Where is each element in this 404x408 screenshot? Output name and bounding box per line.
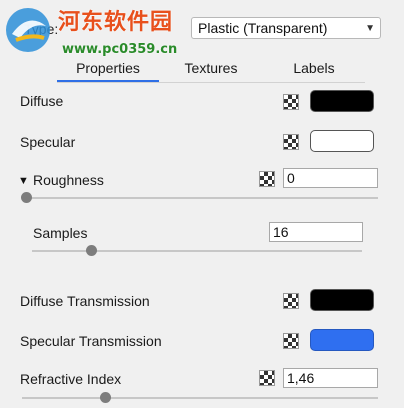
type-select[interactable]: Plastic (Transparent) ▼ [191, 17, 381, 39]
roughness-label: Roughness [33, 172, 104, 188]
diffuse-transmission-color-swatch[interactable] [310, 289, 374, 311]
refractive-index-slider-handle[interactable] [100, 392, 111, 403]
type-label: Type: [24, 21, 59, 37]
refractive-index-texture-toggle-icon[interactable] [259, 370, 275, 386]
diffuse-transmission-texture-toggle-icon[interactable] [283, 293, 299, 309]
samples-slider-handle[interactable] [86, 245, 97, 256]
specular-transmission-texture-toggle-icon[interactable] [283, 333, 299, 349]
samples-label: Samples [33, 225, 88, 241]
specular-label: Specular [20, 134, 76, 150]
diffuse-texture-toggle-icon[interactable] [283, 94, 299, 110]
diffuse-color-swatch[interactable] [310, 90, 374, 112]
specular-texture-toggle-icon[interactable] [283, 134, 299, 150]
roughness-expand-icon[interactable]: ▼ [18, 175, 29, 187]
tab-labels[interactable]: Labels [263, 58, 365, 82]
refractive-index-input[interactable]: 1,46 [283, 368, 378, 388]
chevron-down-icon: ▼ [365, 23, 375, 34]
specular-color-swatch[interactable] [310, 130, 374, 152]
type-select-value: Plastic (Transparent) [198, 20, 328, 36]
roughness-input[interactable]: 0 [283, 168, 378, 188]
samples-input[interactable]: 16 [269, 222, 363, 242]
tab-divider [57, 82, 365, 83]
tab-textures[interactable]: Textures [160, 58, 262, 82]
specular-transmission-label: Specular Transmission [20, 333, 162, 349]
roughness-slider-track[interactable] [22, 197, 378, 199]
tab-properties[interactable]: Properties [57, 58, 159, 82]
refractive-index-slider-track[interactable] [22, 397, 378, 399]
samples-slider-track[interactable] [32, 250, 362, 252]
roughness-texture-toggle-icon[interactable] [259, 171, 275, 187]
refractive-index-label: Refractive Index [20, 371, 122, 387]
diffuse-transmission-label: Diffuse Transmission [20, 293, 150, 309]
specular-transmission-color-swatch[interactable] [310, 329, 374, 351]
roughness-slider-handle[interactable] [21, 192, 32, 203]
tab-bar: Properties Textures Labels [57, 58, 367, 82]
diffuse-label: Diffuse [20, 93, 64, 109]
